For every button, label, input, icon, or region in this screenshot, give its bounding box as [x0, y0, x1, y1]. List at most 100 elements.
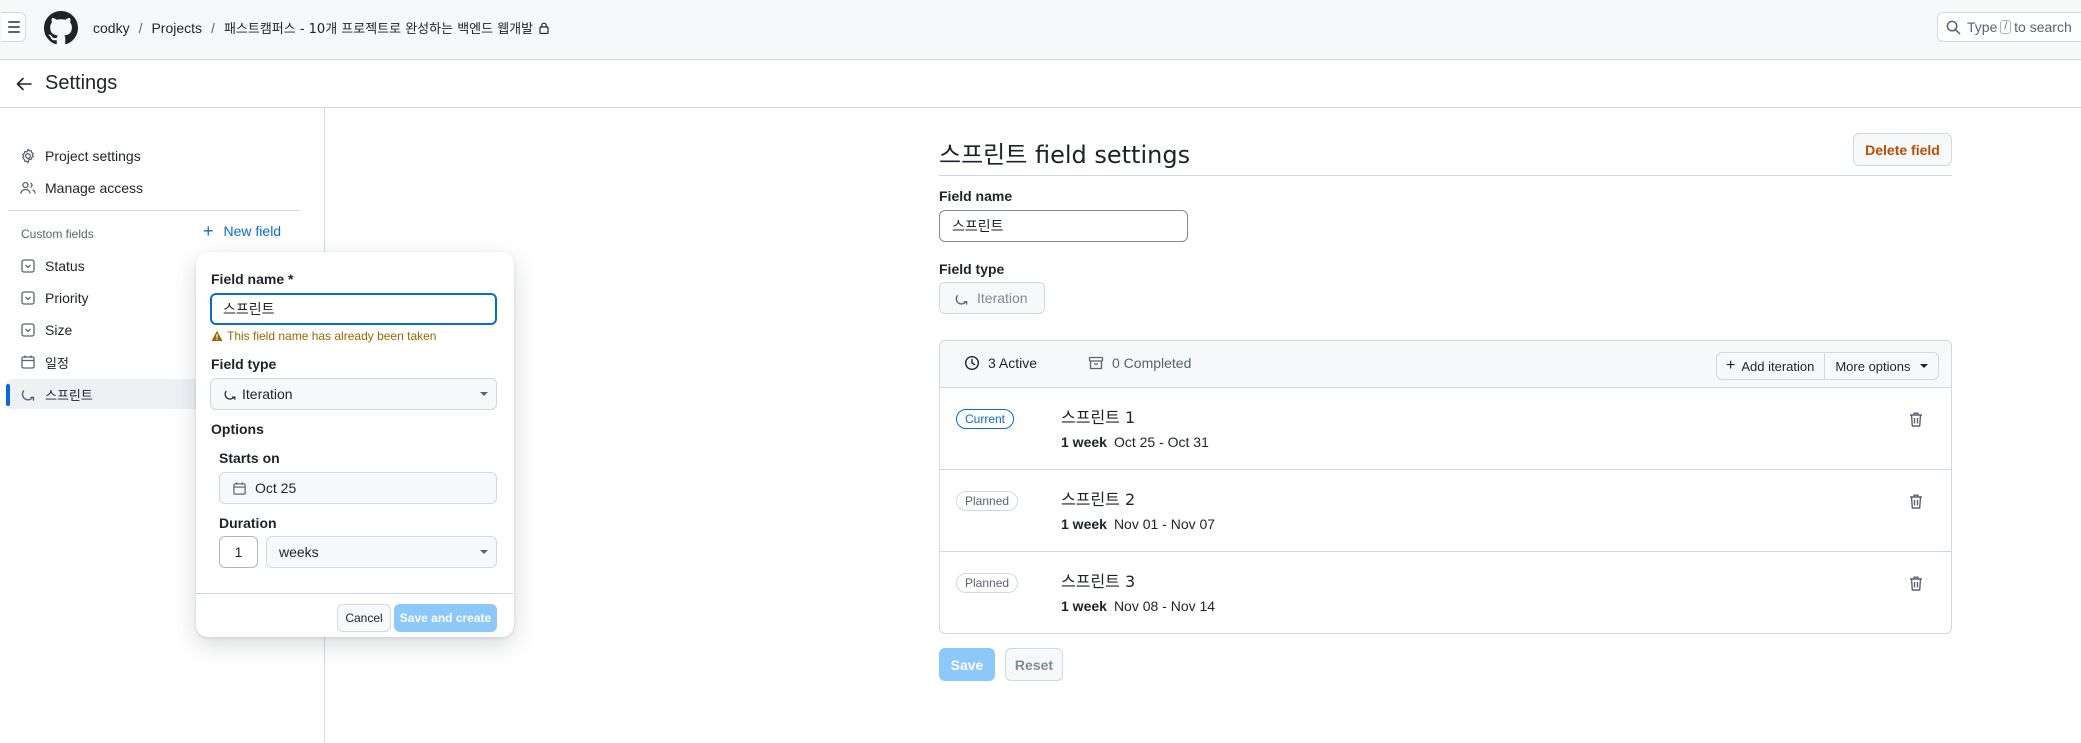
save-and-create-button[interactable]: Save and create — [394, 604, 497, 632]
cancel-button[interactable]: Cancel — [337, 604, 391, 632]
sidebar-item-label: Priority — [45, 290, 89, 306]
delete-field-button[interactable]: Delete field — [1853, 133, 1952, 166]
field-type-label: Field type — [939, 261, 1005, 277]
sidebar-item-priority[interactable]: Priority — [20, 286, 89, 310]
starts-on-label: Starts on — [219, 450, 280, 466]
calendar-icon — [233, 481, 246, 495]
plus-icon: + — [203, 221, 214, 241]
reset-button[interactable]: Reset — [1005, 648, 1063, 681]
breadcrumb-project-title[interactable]: 패스트캠퍼스 - 10개 프로젝트로 완성하는 백엔드 웹개발 — [224, 18, 533, 37]
sidebar-item-label: 일정 — [45, 356, 69, 372]
field-type-select[interactable]: Iteration — [210, 378, 497, 410]
iteration-icon — [224, 390, 236, 400]
tab-completed[interactable]: 0 Completed — [1088, 355, 1191, 371]
more-options-button[interactable]: More options — [1825, 353, 1937, 379]
save-button[interactable]: Save — [939, 648, 995, 681]
iteration-name[interactable]: 스프린트 2 — [1061, 486, 1135, 510]
iteration-row: Planned 스프린트 2 1 week Nov 01 - Nov 07 — [940, 470, 1951, 552]
starts-on-value: Oct 25 — [255, 480, 297, 496]
iteration-date-range[interactable]: Nov 08 - Nov 14 — [1114, 598, 1215, 614]
github-logo-icon[interactable] — [44, 11, 78, 45]
gear-icon — [22, 148, 34, 164]
more-options-label: More options — [1835, 358, 1911, 374]
duration-label: Duration — [219, 515, 277, 531]
search-input[interactable]: Type / to search — [1937, 12, 2081, 42]
error-text: This field name has already been taken — [227, 329, 437, 343]
field-name-label: Field name * — [211, 271, 294, 287]
chevron-down-icon — [480, 392, 488, 396]
top-header: codky / Projects / 패스트캠퍼스 - 10개 프로젝트로 완성… — [0, 0, 2081, 60]
breadcrumb: codky / Projects / 패스트캠퍼스 - 10개 프로젝트로 완성… — [93, 18, 549, 37]
sidebar-item-status[interactable]: Status — [20, 254, 85, 278]
field-name-label: Field name — [939, 188, 1013, 204]
field-name-error: This field name has already been taken — [211, 329, 436, 343]
iteration-duration: 1 week — [1061, 598, 1107, 614]
sidebar-item-size[interactable]: Size — [20, 318, 72, 342]
add-iteration-button[interactable]: + Add iteration — [1717, 353, 1826, 379]
new-field-popover: Field name * 스프린트 This field name has al… — [196, 252, 514, 637]
field-settings-title: 스프린트 field settings — [939, 141, 1191, 169]
iteration-row: Current 스프린트 1 1 week Oct 25 - Oct 31 — [940, 388, 1951, 470]
menu-icon[interactable] — [2, 12, 26, 42]
status-badge: Planned — [956, 491, 1019, 511]
iteration-date-range[interactable]: Oct 25 - Oct 31 — [1114, 434, 1209, 450]
new-field-label: New field — [223, 223, 282, 239]
search-placeholder-suffix: to search — [2014, 19, 2072, 35]
sidebar-item-label: Status — [45, 258, 85, 274]
archive-icon — [1088, 356, 1104, 370]
trash-icon[interactable] — [1908, 493, 1924, 510]
sidebar-item-schedule[interactable]: 일정 — [20, 350, 69, 374]
sidebar-item-label: Project settings — [45, 148, 141, 164]
settings-header: Settings — [0, 60, 2081, 108]
iteration-duration: 1 week — [1061, 434, 1107, 450]
breadcrumb-separator: / — [211, 19, 215, 36]
sidebar-item-sprint[interactable]: 스프린트 — [20, 382, 93, 406]
iteration-date-range[interactable]: Nov 01 - Nov 07 — [1114, 516, 1215, 532]
new-field-button[interactable]: + New field — [203, 221, 282, 241]
sidebar-item-label: Manage access — [45, 180, 144, 196]
iteration-icon — [955, 294, 968, 305]
iterations-panel: 3 Active 0 Completed + Add iteration Mor… — [939, 340, 1952, 634]
iteration-row: Planned 스프린트 3 1 week Nov 08 - Nov 14 — [940, 552, 1951, 633]
iteration-name[interactable]: 스프린트 1 — [1061, 404, 1135, 428]
add-iteration-label: Add iteration — [1741, 358, 1815, 374]
page-title: Settings — [45, 72, 118, 94]
sidebar-item-label: 스프린트 — [45, 388, 93, 404]
iteration-name[interactable]: 스프린트 3 — [1061, 568, 1135, 592]
back-arrow-icon[interactable] — [14, 74, 34, 94]
search-placeholder-prefix: Type — [1967, 19, 1998, 35]
divider — [8, 210, 300, 211]
people-icon — [20, 181, 36, 194]
breadcrumb-owner[interactable]: codky — [93, 20, 130, 36]
clock-icon — [964, 355, 980, 371]
duration-unit-select[interactable]: weeks — [266, 536, 497, 568]
sidebar-item-label: Size — [45, 322, 73, 338]
divider — [939, 175, 1952, 176]
single-select-icon — [21, 291, 35, 305]
duration-unit-value: weeks — [279, 544, 319, 560]
chevron-down-icon — [480, 550, 488, 554]
search-icon — [1946, 20, 1961, 34]
field-name-input[interactable]: 스프린트 — [939, 210, 1188, 242]
status-badge: Current — [956, 409, 1015, 429]
starts-on-date-picker[interactable]: Oct 25 — [219, 472, 497, 504]
trash-icon[interactable] — [1908, 411, 1924, 428]
iteration-duration: 1 week — [1061, 516, 1107, 532]
breadcrumb-separator: / — [138, 19, 143, 36]
custom-fields-heading: Custom fields — [21, 227, 94, 241]
breadcrumb-projects[interactable]: Projects — [151, 20, 202, 36]
field-type-value: Iteration — [242, 386, 293, 402]
chevron-down-icon — [1919, 364, 1928, 368]
lock-icon — [539, 22, 549, 34]
status-badge: Planned — [956, 573, 1019, 593]
single-select-icon — [21, 323, 35, 337]
sidebar-item-manage-access[interactable]: Manage access — [20, 176, 143, 200]
field-type-display: Iteration — [939, 282, 1045, 314]
duration-number-input[interactable]: 1 — [219, 536, 258, 568]
field-name-input[interactable]: 스프린트 — [210, 293, 497, 325]
iteration-actions: + Add iteration More options — [1716, 352, 1939, 380]
trash-icon[interactable] — [1908, 575, 1924, 592]
divider — [196, 593, 514, 594]
sidebar-item-project-settings[interactable]: Project settings — [20, 144, 141, 168]
tab-active[interactable]: 3 Active — [964, 355, 1037, 371]
